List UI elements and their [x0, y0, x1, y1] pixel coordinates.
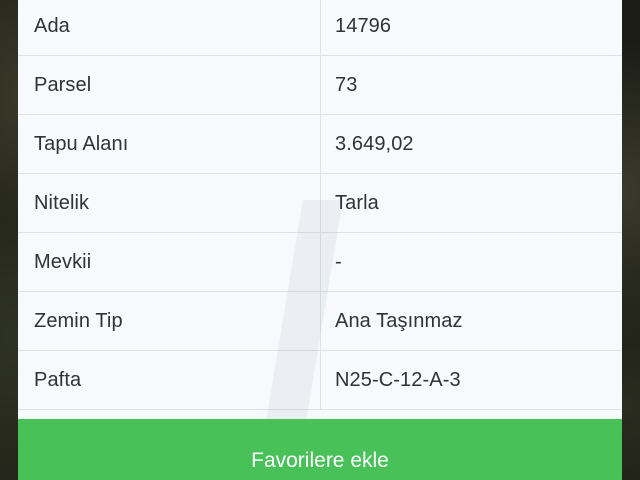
row-label: Zemin Tip: [18, 291, 321, 351]
parcel-info-table: Ada 14796 Parsel 73 Tapu Alanı 3.649,02 …: [18, 0, 622, 410]
row-value: 3.649,02: [320, 114, 622, 174]
row-value: Tarla: [320, 173, 622, 233]
row-value: 14796: [320, 0, 622, 56]
table-row-nitelik: Nitelik Tarla: [18, 173, 622, 233]
table-row-ada: Ada 14796: [18, 0, 622, 56]
row-label: Tapu Alanı: [18, 114, 321, 174]
row-label: Parsel: [18, 55, 321, 115]
row-value: N25-C-12-A-3: [320, 350, 622, 410]
table-row-tapu-alani: Tapu Alanı 3.649,02: [18, 114, 622, 174]
row-label: Nitelik: [18, 173, 321, 233]
table-row-parsel: Parsel 73: [18, 55, 622, 115]
row-value: -: [320, 232, 622, 292]
table-row-zemin-tip: Zemin Tip Ana Taşınmaz: [18, 291, 622, 351]
row-label: Mevkii: [18, 232, 321, 292]
table-row-pafta: Pafta N25-C-12-A-3: [18, 350, 622, 410]
table-row-mevkii: Mevkii -: [18, 232, 622, 292]
row-label: Pafta: [18, 350, 321, 410]
row-value: 73: [320, 55, 622, 115]
add-to-favorites-button[interactable]: Favorilere ekle: [18, 419, 622, 480]
row-value: Ana Taşınmaz: [320, 291, 622, 351]
row-label: Ada: [18, 0, 321, 56]
parcel-info-panel: Ada 14796 Parsel 73 Tapu Alanı 3.649,02 …: [18, 0, 622, 480]
